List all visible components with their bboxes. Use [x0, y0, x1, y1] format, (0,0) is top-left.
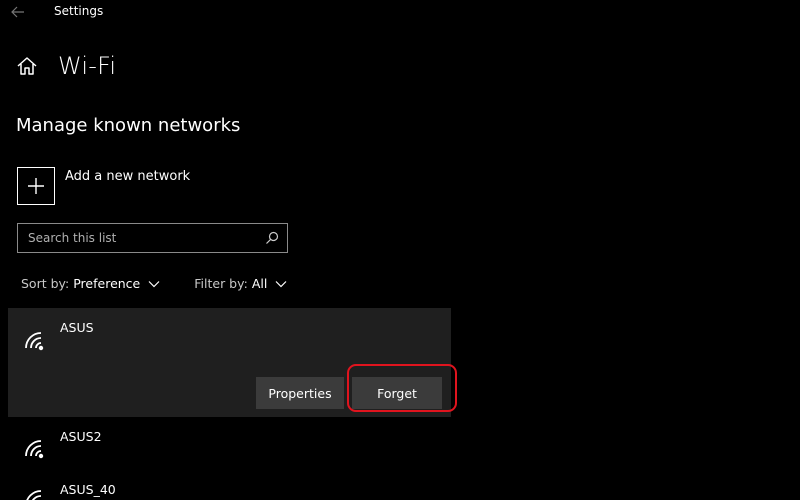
add-network-label: Add a new network [65, 169, 191, 184]
title-bar: Settings [0, 0, 800, 24]
network-name: ASUS2 [60, 429, 102, 444]
home-icon[interactable] [16, 55, 38, 77]
forget-button[interactable]: Forget [352, 377, 442, 409]
back-button[interactable] [8, 2, 28, 22]
filter-value: All [251, 276, 268, 291]
page-header: Wi-Fi [16, 48, 116, 84]
search-input[interactable] [18, 224, 258, 252]
filters-row: Sort by: Preference Filter by: All [21, 276, 321, 291]
add-box[interactable] [17, 167, 55, 205]
sort-value: Preference [73, 276, 141, 291]
network-item-asus-40[interactable]: ASUS_40 [8, 478, 451, 500]
network-name: ASUS_40 [60, 482, 116, 497]
section-title: Manage known networks [16, 115, 241, 136]
add-network-button[interactable]: Add a new network [17, 167, 190, 205]
back-arrow-icon [11, 6, 24, 18]
network-name: ASUS [60, 320, 94, 335]
plus-icon [28, 178, 44, 194]
filter-label: Filter by: [194, 276, 248, 291]
search-icon[interactable] [265, 231, 279, 245]
search-box[interactable] [17, 223, 288, 253]
wifi-icon [25, 332, 44, 351]
sort-dropdown[interactable]: Sort by: Preference [21, 276, 160, 291]
wifi-icon [26, 490, 42, 500]
window-title: Settings [54, 4, 104, 18]
chevron-down-icon [275, 280, 287, 287]
chevron-down-icon [148, 280, 160, 287]
page-title: Wi-Fi [58, 52, 117, 80]
sort-label: Sort by: [21, 276, 70, 291]
filter-dropdown[interactable]: Filter by: All [194, 276, 287, 291]
properties-button[interactable]: Properties [256, 377, 344, 409]
network-item-asus2[interactable]: ASUS2 [8, 420, 451, 480]
wifi-icon [25, 440, 44, 459]
